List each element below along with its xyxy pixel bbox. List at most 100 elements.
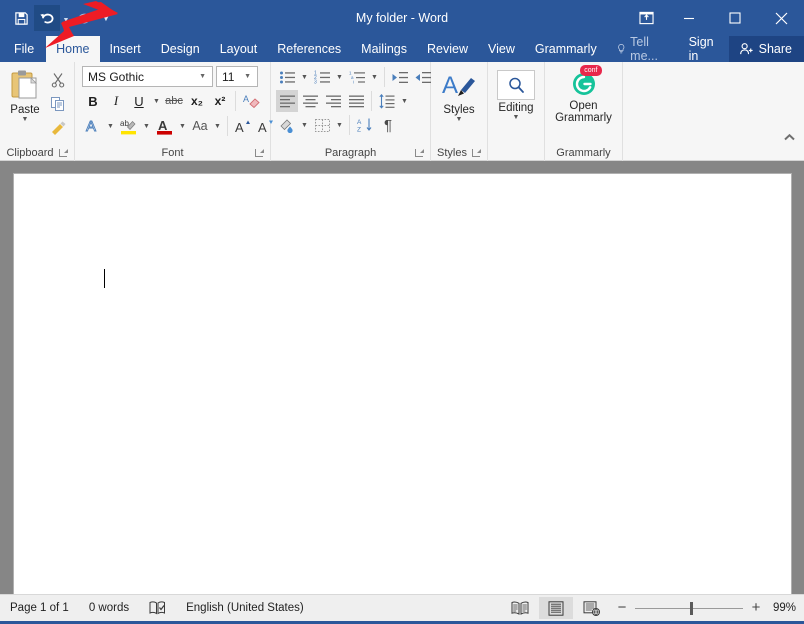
font-name-dropdown-icon[interactable]: ▼ bbox=[195, 73, 210, 80]
change-case-button[interactable]: Aa bbox=[189, 115, 211, 137]
editing-dropdown-icon[interactable]: ▼ bbox=[513, 114, 520, 121]
shading-button[interactable] bbox=[276, 114, 298, 136]
collapse-ribbon-button[interactable] bbox=[783, 62, 804, 160]
justify-button[interactable] bbox=[345, 90, 367, 112]
paste-dropdown-icon[interactable]: ▼ bbox=[22, 116, 29, 123]
strikethrough-button[interactable]: abc bbox=[163, 90, 185, 112]
proofing-errors-icon[interactable] bbox=[139, 595, 176, 622]
styles-button[interactable]: A Styles ▼ bbox=[435, 68, 483, 123]
close-icon[interactable] bbox=[758, 0, 804, 36]
multilevel-list-button[interactable]: 1 a i bbox=[346, 66, 368, 88]
underline-button[interactable]: U bbox=[128, 90, 150, 112]
bullets-button[interactable] bbox=[276, 66, 298, 88]
numbering-button[interactable]: 1 2 3 bbox=[311, 66, 333, 88]
bold-button[interactable]: B bbox=[82, 90, 104, 112]
align-center-button[interactable] bbox=[299, 90, 321, 112]
show-formatting-marks-button[interactable]: ¶ bbox=[377, 114, 399, 136]
tab-layout[interactable]: Layout bbox=[210, 36, 268, 62]
document-page[interactable] bbox=[12, 173, 792, 594]
open-grammarly-button[interactable]: conf Open Grammarly bbox=[549, 64, 618, 124]
ribbon-display-options-icon[interactable] bbox=[626, 0, 666, 36]
word-count-status[interactable]: 0 words bbox=[79, 595, 139, 622]
line-spacing-dropdown-icon[interactable]: ▼ bbox=[399, 90, 410, 112]
font-color-dropdown-icon[interactable]: ▼ bbox=[177, 115, 188, 137]
tab-design[interactable]: Design bbox=[151, 36, 210, 62]
font-color-icon: A bbox=[157, 118, 172, 135]
redo-icon[interactable] bbox=[72, 5, 98, 31]
bullets-dropdown-icon[interactable]: ▼ bbox=[299, 66, 310, 88]
underline-dropdown-icon[interactable]: ▼ bbox=[151, 90, 162, 112]
tell-me-search[interactable]: Tell me... bbox=[607, 35, 679, 63]
customize-qat-icon[interactable]: ▼ bbox=[98, 5, 114, 31]
save-icon[interactable] bbox=[8, 5, 34, 31]
styles-label: Styles bbox=[443, 104, 475, 116]
tab-review[interactable]: Review bbox=[417, 36, 478, 62]
zoom-slider-thumb[interactable] bbox=[690, 601, 693, 615]
document-area[interactable] bbox=[0, 161, 804, 594]
styles-dialog-launcher-icon[interactable] bbox=[471, 148, 481, 157]
font-name-combo[interactable]: MS Gothic ▼ bbox=[82, 66, 213, 87]
align-right-button[interactable] bbox=[322, 90, 344, 112]
editing-button[interactable]: Editing ▼ bbox=[492, 68, 540, 121]
clipboard-dialog-launcher-icon[interactable] bbox=[58, 148, 68, 157]
tab-view[interactable]: View bbox=[478, 36, 525, 62]
multilevel-dropdown-icon[interactable]: ▼ bbox=[369, 66, 380, 88]
language-status[interactable]: English (United States) bbox=[176, 595, 314, 622]
paste-button[interactable]: Paste ▼ bbox=[4, 66, 46, 123]
undo-icon[interactable] bbox=[34, 5, 60, 31]
decrease-indent-button[interactable] bbox=[389, 66, 411, 88]
italic-button[interactable]: I bbox=[105, 90, 127, 112]
format-painter-icon[interactable] bbox=[46, 117, 70, 139]
zoom-in-button[interactable]: + bbox=[750, 600, 762, 615]
maximize-icon[interactable] bbox=[712, 0, 758, 36]
zoom-out-button[interactable]: − bbox=[616, 600, 628, 615]
grow-font-button[interactable]: A bbox=[232, 115, 254, 137]
ribbon-group-clipboard: Paste ▼ Clipboard bbox=[0, 62, 75, 161]
change-case-dropdown-icon[interactable]: ▼ bbox=[212, 115, 223, 137]
print-layout-button[interactable] bbox=[539, 597, 573, 619]
search-icon bbox=[508, 77, 524, 93]
svg-text:i: i bbox=[353, 79, 354, 84]
subscript-button[interactable]: x₂ bbox=[186, 90, 208, 112]
text-highlight-color-button[interactable]: ab bbox=[117, 115, 140, 137]
ribbon-group-styles: A Styles ▼ Styles bbox=[431, 62, 488, 161]
shading-dropdown-icon[interactable]: ▼ bbox=[299, 114, 310, 136]
tab-insert[interactable]: Insert bbox=[100, 36, 151, 62]
tab-mailings[interactable]: Mailings bbox=[351, 36, 417, 62]
tab-home[interactable]: Home bbox=[46, 36, 100, 62]
highlight-dropdown-icon[interactable]: ▼ bbox=[141, 115, 152, 137]
line-spacing-button[interactable] bbox=[376, 90, 398, 112]
read-mode-button[interactable] bbox=[503, 597, 537, 619]
cut-icon[interactable] bbox=[46, 69, 70, 91]
paragraph-row1-separator bbox=[384, 67, 385, 87]
font-size-dropdown-icon[interactable]: ▼ bbox=[240, 73, 255, 80]
justify-icon bbox=[348, 95, 364, 108]
tab-file[interactable]: File bbox=[0, 36, 46, 62]
page-count-status[interactable]: Page 1 of 1 bbox=[0, 595, 79, 622]
web-layout-button[interactable] bbox=[575, 597, 609, 619]
styles-dropdown-icon[interactable]: ▼ bbox=[456, 116, 463, 123]
minimize-icon[interactable] bbox=[666, 0, 712, 36]
align-left-button[interactable] bbox=[276, 90, 298, 112]
font-size-combo[interactable]: 11 ▼ bbox=[216, 66, 258, 87]
font-color-button[interactable]: A bbox=[153, 115, 176, 137]
copy-icon[interactable] bbox=[46, 93, 70, 115]
zoom-slider[interactable] bbox=[635, 601, 743, 615]
font-selectors: MS Gothic ▼ 11 ▼ bbox=[82, 66, 258, 87]
tab-grammarly[interactable]: Grammarly bbox=[525, 36, 607, 62]
zoom-level-label[interactable]: 99% bbox=[770, 602, 804, 614]
text-effects-dropdown-icon[interactable]: ▼ bbox=[105, 115, 116, 137]
borders-dropdown-icon[interactable]: ▼ bbox=[334, 114, 345, 136]
undo-dropdown-icon[interactable]: ▼ bbox=[60, 5, 72, 31]
paragraph-dialog-launcher-icon[interactable] bbox=[415, 148, 424, 157]
text-effects-button[interactable]: A bbox=[82, 115, 104, 137]
font-dialog-launcher-icon[interactable] bbox=[255, 148, 264, 157]
numbering-dropdown-icon[interactable]: ▼ bbox=[334, 66, 345, 88]
sign-in-button[interactable]: Sign in bbox=[679, 35, 729, 63]
tab-references[interactable]: References bbox=[267, 36, 351, 62]
sort-button[interactable]: A Z bbox=[354, 114, 376, 136]
clear-formatting-button[interactable]: A bbox=[240, 90, 263, 112]
share-button[interactable]: Share bbox=[728, 36, 804, 62]
borders-button[interactable] bbox=[311, 114, 333, 136]
superscript-button[interactable]: x² bbox=[209, 90, 231, 112]
